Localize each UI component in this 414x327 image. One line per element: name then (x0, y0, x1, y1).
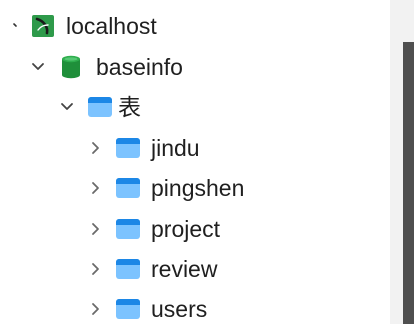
scrollbar-thumb[interactable] (403, 42, 414, 324)
chevron-right-icon[interactable] (83, 211, 107, 247)
chevron-down-icon[interactable] (55, 89, 79, 125)
table-icon (116, 299, 140, 324)
table-label: users (151, 296, 208, 322)
table-icon (116, 138, 140, 163)
tree-node-table[interactable]: review (0, 251, 260, 287)
table-icon (116, 178, 140, 203)
table-icon (116, 219, 140, 244)
table-label: jindu (151, 135, 200, 161)
tree-node-connection[interactable]: localhost (0, 8, 260, 44)
tree-node-database[interactable]: baseinfo (0, 49, 260, 85)
table-icon (88, 97, 112, 122)
table-label: pingshen (151, 175, 245, 201)
tree-node-table[interactable]: project (0, 211, 260, 247)
connection-label: localhost (66, 13, 157, 39)
chevron-right-icon[interactable] (83, 251, 107, 287)
tree-node-tables-folder[interactable]: 表 (0, 89, 260, 125)
chevron-down-icon[interactable] (4, 8, 28, 44)
chevron-right-icon[interactable] (83, 170, 107, 206)
tree-node-table[interactable]: users (0, 291, 260, 327)
navigator-tree: localhost baseinfo 表 jindu pingshen proj… (0, 0, 390, 324)
chevron-down-icon[interactable] (26, 49, 50, 85)
table-label: review (151, 256, 218, 282)
tree-node-table[interactable]: pingshen (0, 170, 280, 206)
table-label: project (151, 216, 221, 242)
tables-folder-label: 表 (118, 94, 141, 120)
chevron-right-icon[interactable] (83, 291, 107, 327)
chevron-right-icon[interactable] (83, 130, 107, 166)
database-label: baseinfo (96, 54, 183, 80)
database-icon (61, 55, 81, 84)
table-icon (116, 259, 140, 284)
leaf-connection-icon (32, 15, 54, 42)
tree-node-table[interactable]: jindu (0, 130, 260, 166)
